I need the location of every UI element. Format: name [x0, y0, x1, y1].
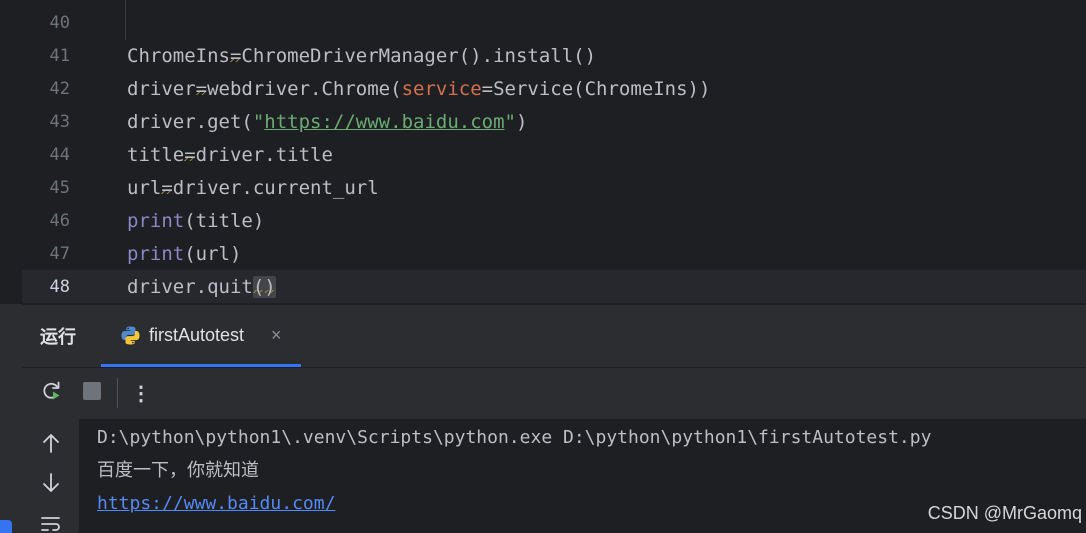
- string-url-link[interactable]: https://www.baidu.com: [264, 111, 504, 133]
- console-line-url-link[interactable]: https://www.baidu.com/: [97, 487, 335, 520]
- toolbar-divider: [117, 378, 118, 408]
- builtin-function: print: [127, 243, 185, 265]
- code-text: (title): [184, 210, 265, 232]
- arrow-down-icon: [41, 472, 61, 499]
- scroll-up-button[interactable]: [38, 432, 64, 458]
- line-number: 41: [49, 46, 70, 66]
- soft-wrap-button[interactable]: [38, 514, 64, 533]
- watermark: CSDN @MrGaomq: [927, 503, 1082, 523]
- line-number: 44: [49, 145, 70, 165]
- code-line-48[interactable]: driver.quit(): [127, 271, 276, 304]
- run-tab-firstautotest[interactable]: firstAutotest ×: [101, 305, 301, 367]
- indent-guide: [125, 0, 126, 40]
- stop-button[interactable]: [79, 380, 105, 406]
- operator-warning: =: [161, 177, 173, 199]
- identifier: title: [127, 144, 185, 166]
- line-number: 40: [49, 13, 70, 33]
- line-number: 47: [49, 244, 70, 264]
- console-side-toolbar: [22, 419, 79, 533]
- code-line-41[interactable]: ChromeIns=ChromeDriverManager().install(…: [127, 40, 596, 73]
- line-number-current: 48: [49, 277, 70, 297]
- code-text: driver.current_url: [172, 177, 379, 199]
- rerun-icon: [40, 379, 64, 408]
- keyword-argument: service: [401, 78, 482, 100]
- code-line-47[interactable]: print(url): [127, 238, 241, 271]
- close-icon[interactable]: ×: [271, 325, 282, 345]
- identifier: driver: [127, 78, 196, 100]
- more-icon: ⋮: [131, 382, 151, 405]
- line-number: 43: [49, 112, 70, 132]
- matched-parentheses: (): [252, 276, 276, 298]
- operator-warning: =: [195, 78, 208, 100]
- code-text: driver.title: [195, 144, 333, 166]
- code-text: =Service(ChromeIns)): [481, 78, 711, 100]
- console-line-title: 百度一下，你就知道: [97, 460, 259, 481]
- operator-warning: =: [229, 45, 242, 67]
- line-number-gutter[interactable]: 40 41 42 43 44 45 46 47 48: [22, 0, 120, 304]
- identifier: ChromeIns: [127, 45, 230, 67]
- more-options-button[interactable]: ⋮: [128, 380, 154, 406]
- code-line-46[interactable]: print(title): [127, 205, 264, 238]
- scroll-down-button[interactable]: [38, 472, 64, 498]
- rerun-button[interactable]: [39, 380, 65, 406]
- status-marker: [0, 520, 12, 533]
- stop-icon: [82, 381, 102, 406]
- code-editor[interactable]: 40 41 42 43 44 45 46 47 48 ChromeIns=Chr…: [0, 0, 1086, 304]
- string-quote: ": [252, 111, 265, 133]
- code-text: ): [515, 111, 528, 133]
- line-number: 45: [49, 178, 70, 198]
- soft-wrap-icon: [40, 515, 62, 533]
- code-text: (url): [184, 243, 242, 265]
- tab-label: firstAutotest: [149, 325, 245, 345]
- run-tool-window: 运行 firstAutotest × ⋮ D:\python\python1\.…: [22, 304, 1086, 533]
- arrow-up-icon: [41, 432, 61, 459]
- code-line-43[interactable]: driver.get("https://www.baidu.com"): [127, 106, 527, 139]
- line-number: 42: [49, 79, 70, 99]
- run-toolbar: ⋮: [22, 368, 1086, 419]
- operator-warning: =: [184, 144, 196, 166]
- code-text: driver.get(: [127, 111, 253, 133]
- line-number: 46: [49, 211, 70, 231]
- python-icon: [120, 325, 141, 346]
- run-window-title: 运行: [40, 327, 76, 347]
- code-text: ChromeDriverManager().install(): [241, 45, 597, 67]
- console-line-command: D:\python\python1\.venv\Scripts\python.e…: [97, 427, 932, 448]
- code-text: webdriver.Chrome(: [207, 78, 402, 100]
- builtin-function: print: [127, 210, 185, 232]
- code-line-44[interactable]: title=driver.title: [127, 139, 333, 172]
- identifier: url: [127, 177, 162, 199]
- code-line-45[interactable]: url=driver.current_url: [127, 172, 379, 205]
- code-text: driver.quit: [127, 276, 253, 298]
- string-quote: ": [504, 111, 516, 133]
- code-line-42[interactable]: driver=webdriver.Chrome(service=Service(…: [127, 73, 710, 106]
